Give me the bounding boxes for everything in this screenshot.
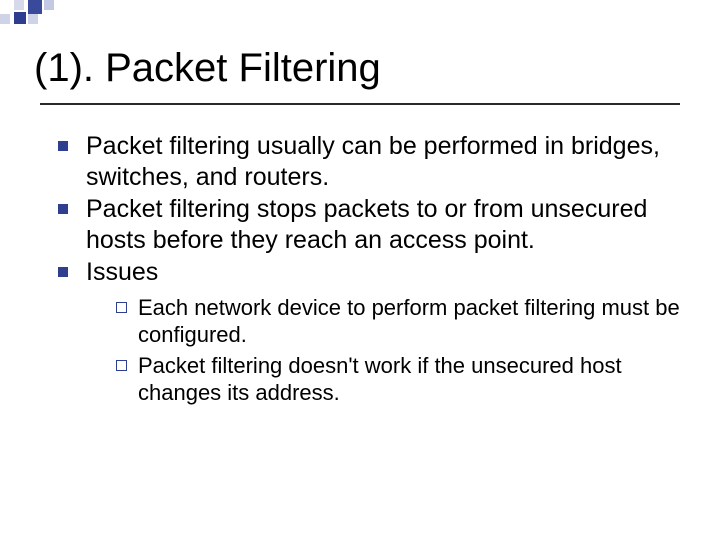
main-bullet-list: Packet filtering usually can be performe…	[40, 131, 680, 407]
bullet-text: Packet filtering usually can be performe…	[86, 132, 660, 191]
slide-title: (1). Packet Filtering	[34, 46, 680, 101]
bullet-item: Packet filtering usually can be performe…	[58, 131, 680, 192]
sub-bullet-text: Each network device to perform packet fi…	[138, 295, 680, 347]
bullet-item: Issues Each network device to perform pa…	[58, 257, 680, 407]
bullet-text: Issues	[86, 258, 158, 286]
sub-bullet-list: Each network device to perform packet fi…	[86, 294, 680, 407]
bullet-text: Packet filtering stops packets to or fro…	[86, 195, 647, 254]
sub-bullet-item: Each network device to perform packet fi…	[116, 294, 680, 349]
slide-content: (1). Packet Filtering Packet filtering u…	[0, 0, 720, 540]
sub-bullet-text: Packet filtering doesn't work if the uns…	[138, 353, 622, 405]
bullet-item: Packet filtering stops packets to or fro…	[58, 194, 680, 255]
title-underline	[40, 103, 680, 105]
sub-bullet-item: Packet filtering doesn't work if the uns…	[116, 352, 680, 407]
